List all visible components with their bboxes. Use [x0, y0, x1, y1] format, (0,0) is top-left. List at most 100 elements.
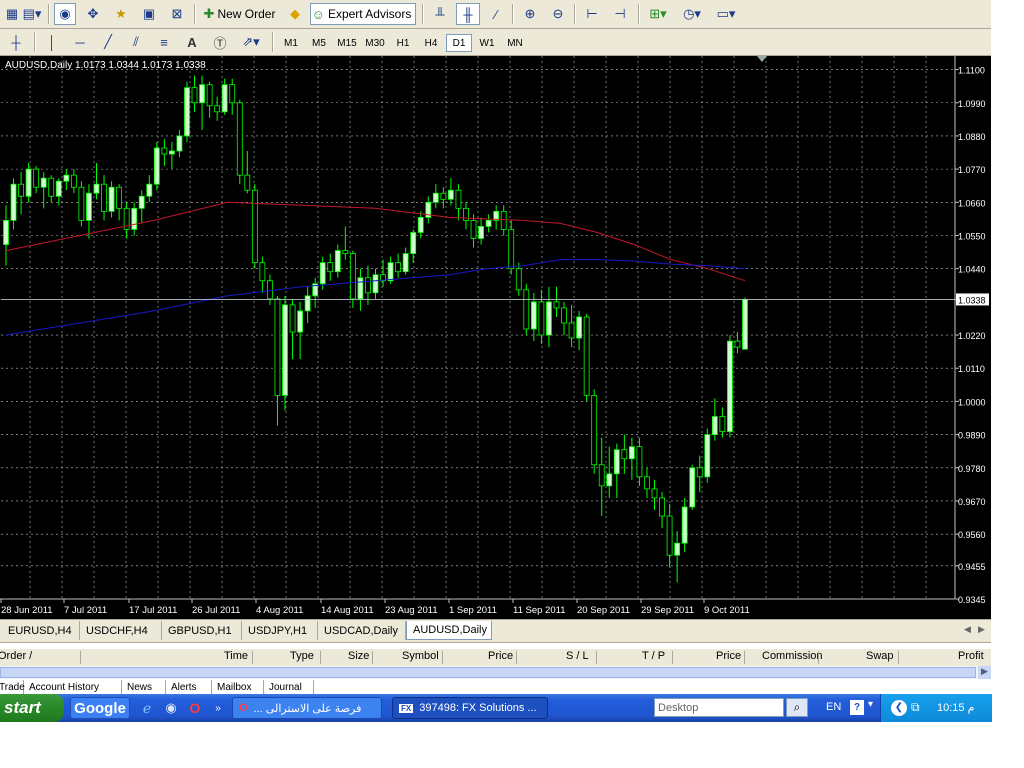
candle-body [636, 446, 643, 478]
column-header[interactable]: Commission [762, 650, 823, 662]
terminal-scrollbar[interactable]: ▶ [0, 666, 991, 679]
tab-scroll-left-icon[interactable]: ◀ [964, 624, 971, 635]
candlestick-chart-icon[interactable]: ╫ [456, 3, 480, 25]
line-studies-toolbar: ┼ │ ─ ╱ ⫽ ≡ A Ⓣ ⇗▾ M1 M5 M15 M30 H1 H4 D1 W1 MN [0, 29, 991, 56]
vertical-line-icon[interactable]: │ [40, 31, 64, 53]
crosshair-icon[interactable]: ┼ [4, 31, 28, 53]
candle-body [515, 268, 522, 291]
candle-body [153, 147, 160, 185]
timeframe-mn[interactable]: MN [502, 34, 528, 52]
new-order-icon: ✚ [203, 6, 215, 21]
data-window-icon[interactable]: ✥ [82, 3, 104, 25]
new-order-button[interactable]: ✚ New Order [200, 3, 282, 25]
trendline-icon[interactable]: ╱ [96, 31, 120, 53]
chart-shift-icon[interactable]: ⊢ [580, 3, 604, 25]
search-icon[interactable]: ⌕ [786, 698, 808, 717]
timeframe-m5[interactable]: M5 [306, 34, 332, 52]
new-chart-icon[interactable]: ▦ [2, 3, 22, 25]
terminal-tab[interactable]: Alerts [166, 680, 212, 695]
media-icon[interactable]: ◉ [160, 697, 182, 719]
column-header[interactable]: T / P [642, 650, 665, 662]
tab-scroll-right-icon[interactable]: ▶ [978, 624, 985, 635]
scrollbar-thumb[interactable] [0, 667, 976, 678]
column-header[interactable]: Size [348, 650, 369, 662]
column-header[interactable]: Price [488, 650, 513, 662]
quicklaunch-more-icon[interactable]: » [210, 697, 226, 719]
candle-body [161, 147, 168, 155]
periods-icon[interactable]: ◷▾ [678, 3, 706, 25]
candle-body [289, 304, 296, 333]
windows-taskbar: start Google ℯ ◉ O » O ... فرصة على الاس… [0, 694, 992, 722]
price-chart[interactable]: 1.1100 1.0990 1.0880 1.0770 1.0660 1.0550 1.04… [0, 56, 991, 619]
chart-tab[interactable]: EURUSD,H4 [2, 621, 80, 640]
column-header[interactable]: Type [290, 650, 314, 662]
help-icon[interactable]: ? [850, 700, 864, 715]
profiles-icon[interactable]: ▤▾ [22, 3, 42, 25]
market-watch-icon[interactable]: ◉ [54, 3, 76, 25]
taskbar-item-fx-solutions[interactable]: FX 397498: FX Solutions ... [392, 697, 548, 719]
start-button[interactable]: start [0, 694, 64, 722]
line-chart-icon[interactable]: ∕ [484, 3, 508, 25]
column-header[interactable]: Swap [866, 650, 894, 662]
timeframe-m15[interactable]: M15 [334, 34, 360, 52]
ie-icon[interactable]: ℯ [136, 697, 158, 719]
text-icon[interactable]: A [180, 31, 204, 53]
price-tick-label: 0.9780 [958, 464, 986, 474]
chart-canvas[interactable]: 1.1100 1.0990 1.0880 1.0770 1.0660 1.0550 1.04… [0, 56, 991, 619]
language-options-icon[interactable]: ▾ [868, 699, 873, 710]
terminal-tab[interactable]: News [122, 680, 166, 695]
terminal-tab[interactable]: Mailbox [212, 680, 264, 695]
clock[interactable]: 10:15 م [937, 701, 974, 714]
fibonacci-icon[interactable]: ≡ [152, 31, 176, 53]
column-header[interactable]: Price [716, 650, 741, 662]
network-icon[interactable]: ⧉ [911, 700, 920, 715]
column-header[interactable]: Symbol [402, 650, 439, 662]
templates-icon[interactable]: ▭▾ [712, 3, 740, 25]
column-header[interactable]: Profit [958, 650, 984, 662]
timeframe-m1[interactable]: M1 [278, 34, 304, 52]
arrows-icon[interactable]: ⇗▾ [236, 31, 266, 53]
equidistant-channel-icon[interactable]: ⫽ [124, 31, 148, 53]
tray-expand-icon[interactable]: ❮ [891, 700, 907, 716]
expert-advisors-button[interactable]: ☺ Expert Advisors [310, 3, 416, 25]
indicators-icon[interactable]: ⊞▾ [644, 3, 672, 25]
time-tick-label: 29 Sep 2011 [641, 605, 694, 616]
timeframe-h4[interactable]: H4 [418, 34, 444, 52]
column-header[interactable]: Order / [0, 650, 32, 662]
taskbar-item-opera[interactable]: O ... فرصة على الاسترالى [232, 697, 382, 719]
chart-tab[interactable]: AUDUSD,Daily [406, 621, 492, 640]
candle-body [561, 307, 567, 324]
timeframe-m30[interactable]: M30 [362, 34, 388, 52]
column-header[interactable]: Time [224, 650, 248, 662]
opera-icon[interactable]: O [184, 697, 206, 719]
auto-scroll-icon[interactable]: ⊣ [608, 3, 632, 25]
chart-tab[interactable]: USDCHF,H4 [80, 621, 162, 640]
bar-chart-icon[interactable]: ╨ [428, 3, 452, 25]
terminal-icon[interactable]: ▣ [138, 3, 160, 25]
zoom-in-icon[interactable]: ⊕ [518, 3, 542, 25]
horizontal-line-icon[interactable]: ─ [68, 31, 92, 53]
navigator-icon[interactable]: ★ [110, 3, 132, 25]
candle-body [138, 195, 145, 209]
metaeditor-icon[interactable]: ◆ [284, 3, 306, 25]
chart-tab[interactable]: USDJPY,H1 [242, 621, 318, 640]
language-indicator[interactable]: EN [826, 701, 841, 713]
google-toolbar-button[interactable]: Google [70, 697, 130, 719]
timeframe-h1[interactable]: H1 [390, 34, 416, 52]
chart-tab[interactable]: USDCAD,Daily [318, 621, 406, 640]
terminal-tab[interactable]: Journal [264, 680, 314, 695]
strategy-tester-icon[interactable]: ⊠ [166, 3, 188, 25]
text-label-icon[interactable]: Ⓣ [208, 31, 232, 53]
candle-body [734, 340, 741, 348]
timeframe-w1[interactable]: W1 [474, 34, 500, 52]
terminal-tab[interactable]: Trade [0, 680, 25, 695]
candle-body [402, 253, 409, 273]
desktop-search-field[interactable]: Desktop [654, 698, 784, 717]
terminal-tab[interactable]: Account History [24, 680, 122, 695]
chart-tab[interactable]: GBPUSD,H1 [162, 621, 242, 640]
timeframe-d1[interactable]: D1 [446, 34, 472, 52]
candle-body [86, 192, 92, 221]
scroll-right-icon[interactable]: ▶ [978, 666, 991, 679]
column-header[interactable]: S / L [566, 650, 589, 662]
zoom-out-icon[interactable]: ⊖ [546, 3, 570, 25]
